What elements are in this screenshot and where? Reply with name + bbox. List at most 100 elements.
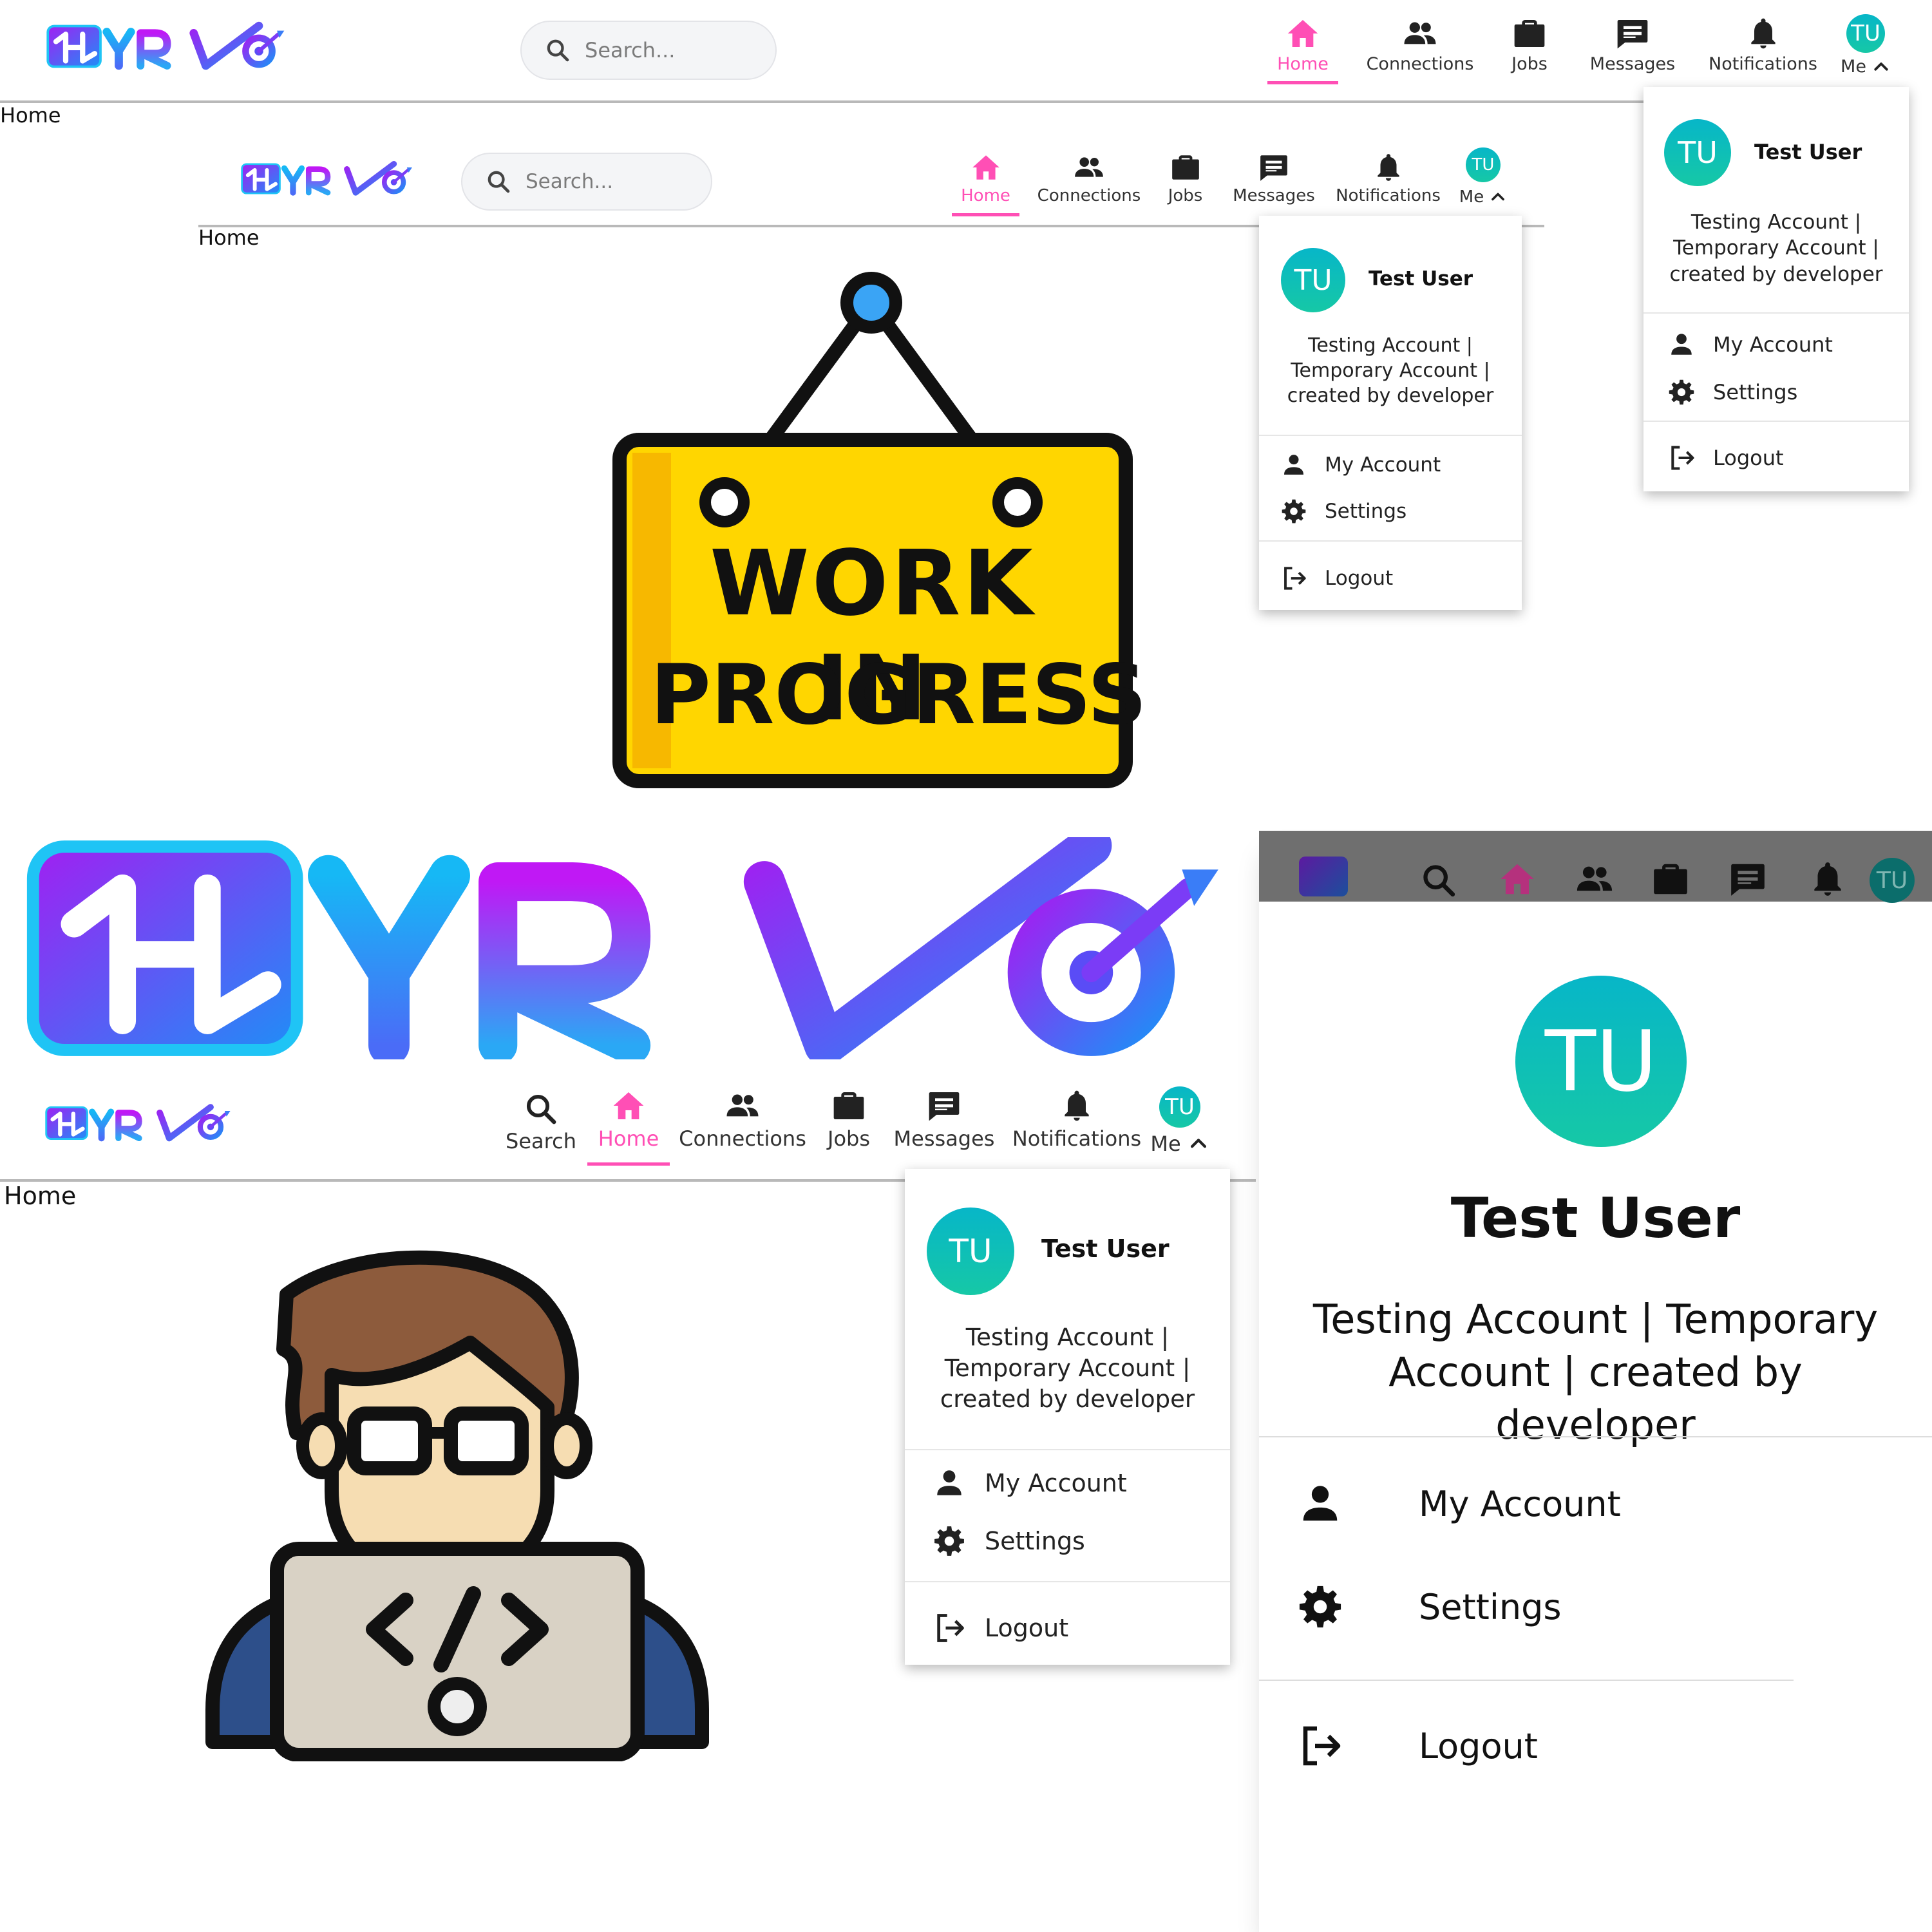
nav-jobs[interactable]: Jobs	[819, 1088, 878, 1165]
settings-label: Settings	[1419, 1586, 1562, 1627]
settings-label: Settings	[1713, 380, 1798, 404]
nav-notifications-label: Notifications	[1336, 186, 1441, 205]
my-account-item[interactable]: My Account	[1298, 1481, 1621, 1526]
logout-item[interactable]: Logout	[1668, 440, 1784, 476]
nav-jobs-label: Jobs	[1168, 186, 1203, 205]
developer-illustration	[200, 1246, 715, 1761]
nav-notifications-label: Notifications	[1709, 54, 1817, 74]
bell-icon[interactable]	[1808, 859, 1848, 899]
messages-icon[interactable]	[1728, 859, 1768, 899]
messages-icon	[1258, 151, 1290, 184]
brand-logo[interactable]	[241, 155, 415, 203]
search-input[interactable]: Search...	[461, 153, 712, 211]
nav-messages[interactable]: Messages	[1590, 15, 1675, 86]
home-icon[interactable]	[1497, 859, 1537, 899]
my-account-item[interactable]: My Account	[1668, 327, 1833, 363]
logout-icon	[1298, 1723, 1344, 1769]
search-placeholder: Search...	[585, 38, 676, 62]
chevron-up-icon	[1188, 1133, 1209, 1155]
nav-connections-label: Connections	[1366, 54, 1474, 74]
my-account-label: My Account	[1419, 1483, 1621, 1524]
nav-me[interactable]: TU Me	[1837, 14, 1895, 85]
settings-item[interactable]: Settings	[1281, 494, 1406, 529]
nav-home[interactable]: Home	[587, 1088, 670, 1166]
logout-item[interactable]: Logout	[1298, 1723, 1538, 1769]
nav-search[interactable]: Search	[502, 1092, 580, 1169]
logout-label: Logout	[1419, 1725, 1538, 1766]
connections-icon[interactable]	[1573, 859, 1616, 899]
connections-icon	[1401, 15, 1439, 52]
brand-logo[interactable]	[46, 14, 288, 79]
nav-connections[interactable]: Connections	[1037, 151, 1141, 219]
logout-item[interactable]: Logout	[1281, 561, 1393, 596]
settings-item[interactable]: Settings	[1298, 1584, 1561, 1629]
my-account-label: My Account	[985, 1469, 1127, 1497]
messages-icon	[1615, 15, 1651, 52]
work-in-progress-sign: WORK IN PROGRESS	[612, 267, 1147, 789]
brand-logo[interactable]	[45, 1097, 233, 1150]
menu-divider	[1643, 312, 1909, 314]
breadcrumb: Home	[4, 1182, 77, 1210]
briefcase-icon[interactable]	[1651, 859, 1690, 899]
nav-messages[interactable]: Messages	[1232, 151, 1316, 219]
search-placeholder: Search...	[526, 170, 614, 193]
nav-jobs[interactable]: Jobs	[1497, 15, 1562, 86]
mobile-profile-screen: TU TU Test User Testing Account | Tempor…	[1259, 831, 1932, 1932]
nav-me[interactable]: TU Me	[1148, 1086, 1212, 1164]
user-name: Test User	[1754, 140, 1862, 164]
logout-icon	[1668, 444, 1696, 472]
profile-dropdown: TU Test User Testing Account | Temporary…	[1259, 216, 1522, 610]
logout-label: Logout	[1713, 446, 1784, 470]
settings-label: Settings	[1325, 500, 1407, 523]
home-icon	[611, 1088, 647, 1124]
profile-dropdown: TU Test User Testing Account | Temporary…	[1643, 87, 1909, 491]
profile-dropdown: TU Test User Testing Account | Temporary…	[905, 1169, 1230, 1665]
nav-me[interactable]: TU Me	[1454, 147, 1512, 218]
gear-icon	[1668, 379, 1695, 406]
navbar-medium: Search... Home Connections Jobs Messages…	[198, 132, 1544, 227]
nav-home-label: Home	[1277, 54, 1329, 74]
nav-connections[interactable]: Connections	[1365, 15, 1475, 86]
nav-home[interactable]: Home	[1267, 15, 1338, 86]
nav-me-label: Me	[1150, 1132, 1181, 1156]
nav-messages[interactable]: Messages	[894, 1088, 994, 1165]
nav-home[interactable]: Home	[952, 151, 1019, 219]
logout-label: Logout	[1325, 567, 1394, 590]
person-icon	[1281, 452, 1307, 478]
breadcrumb: Home	[198, 225, 260, 250]
nav-notifications[interactable]: Notifications	[1336, 151, 1441, 219]
my-account-item[interactable]: My Account	[933, 1462, 1127, 1504]
breadcrumb: Home	[0, 103, 61, 128]
nav-messages-label: Messages	[893, 1126, 995, 1151]
profile-description: Testing Account | Temporary Account | cr…	[1312, 1296, 1879, 1448]
avatar[interactable]: TU	[1870, 858, 1915, 903]
nav-connections[interactable]: Connections	[679, 1088, 806, 1165]
nav-jobs[interactable]: Jobs	[1158, 151, 1213, 219]
bell-icon	[1745, 15, 1781, 52]
menu-divider	[905, 1581, 1230, 1582]
active-indicator	[1267, 81, 1338, 84]
brand-logo-large	[26, 837, 1236, 1059]
search-icon	[486, 169, 511, 194]
logout-label: Logout	[985, 1614, 1069, 1642]
nav-notifications[interactable]: Notifications	[1709, 15, 1817, 86]
settings-item[interactable]: Settings	[933, 1520, 1085, 1562]
nav-notifications[interactable]: Notifications	[1012, 1088, 1141, 1165]
search-icon[interactable]	[1420, 862, 1457, 899]
nav-me-label: Me	[1459, 187, 1484, 207]
my-account-item[interactable]: My Account	[1281, 448, 1441, 482]
settings-item[interactable]: Settings	[1668, 374, 1797, 410]
logout-icon	[933, 1611, 967, 1645]
nav-search-label: Search	[506, 1129, 576, 1153]
menu-divider	[1259, 435, 1522, 436]
my-account-label: My Account	[1325, 453, 1441, 477]
chevron-up-icon	[1489, 188, 1507, 206]
briefcase-icon	[1511, 15, 1548, 52]
brand-logo-mark[interactable]	[1299, 857, 1348, 896]
user-name: Test User	[1041, 1235, 1170, 1263]
search-input[interactable]: Search...	[520, 21, 777, 80]
nav-home-label: Home	[961, 186, 1010, 205]
avatar: TU	[927, 1208, 1014, 1295]
nav-notifications-label: Notifications	[1012, 1126, 1142, 1151]
logout-item[interactable]: Logout	[933, 1607, 1068, 1649]
